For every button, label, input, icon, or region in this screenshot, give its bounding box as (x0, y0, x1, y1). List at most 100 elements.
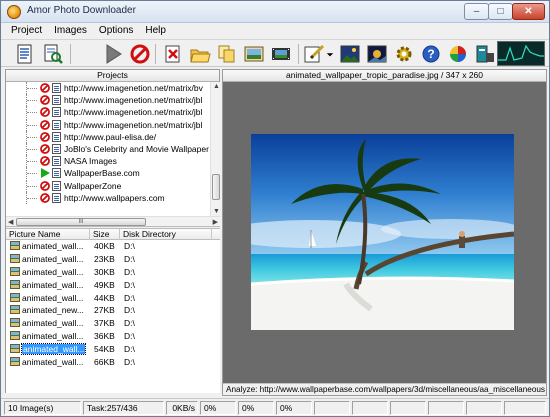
help-icon: ? (422, 45, 440, 63)
picture-list-row[interactable]: animated_wall... 54KB D:\ (6, 343, 220, 356)
picture-list-row[interactable]: animated_wall... 23KB D:\ (6, 253, 220, 266)
project-document-icon (52, 107, 61, 118)
projects-header: Projects (6, 70, 219, 82)
menu-project[interactable]: Project (5, 23, 48, 39)
scroll-thumb[interactable] (212, 174, 220, 200)
picture-name: animated_wall... (22, 279, 84, 290)
stopped-icon (40, 119, 50, 130)
projects-horizontal-scrollbar[interactable]: ◀ III ▶ (6, 216, 220, 226)
picture-name-cell: animated_wall... (10, 253, 90, 266)
status-speed: 0KB/s (166, 401, 198, 415)
picture-list-row[interactable]: animated_wall... 37KB D:\ (6, 317, 220, 330)
picture-list-row[interactable]: animated_wall... 36KB D:\ (6, 330, 220, 343)
project-tree-item[interactable]: WallpaperBase.com (6, 167, 210, 180)
scroll-down-icon[interactable]: ▼ (213, 208, 220, 215)
scroll-left-icon[interactable]: ◀ (8, 218, 13, 226)
project-tree-item[interactable]: NASA Images (6, 155, 210, 168)
image-file-icon (10, 305, 20, 315)
maximize-icon: □ (497, 6, 504, 17)
toolbar-separator (298, 44, 299, 64)
delete-icon (165, 45, 180, 63)
column-size[interactable]: Size (90, 229, 120, 240)
project-tree-item[interactable]: http://www.imagenetion.net/matrix/jbl (6, 118, 210, 131)
picture-size: 49KB (94, 279, 115, 290)
start-button[interactable] (101, 42, 125, 66)
preview-image[interactable] (251, 134, 514, 330)
new-project-button[interactable] (13, 42, 37, 66)
minimize-button[interactable]: – (464, 3, 489, 20)
tree-connector (26, 142, 38, 155)
picture-list-row[interactable]: animated_wall... 30KB D:\ (6, 266, 220, 279)
film-button[interactable] (269, 42, 293, 66)
project-document-icon (52, 119, 61, 130)
project-tree-item[interactable]: http://www.imagenetion.net/matrix/jbl (6, 94, 210, 107)
toolbar-separator (155, 44, 156, 64)
picture-list-row[interactable]: animated_new... 27KB D:\ (6, 304, 220, 317)
picture-list-row[interactable]: animated_wall... 44KB D:\ (6, 292, 220, 305)
network-graph-icon (498, 44, 544, 61)
project-document-icon (52, 143, 61, 154)
status-slot (390, 401, 426, 415)
project-tree-item[interactable]: http://www.wallpapers.com (6, 191, 210, 204)
tree-connector (26, 167, 38, 180)
slideshow-button[interactable] (242, 42, 266, 66)
running-play-icon (41, 168, 50, 179)
settings-button[interactable] (392, 42, 416, 66)
project-tree-item[interactable]: http://www.paul-elisa.de/ (6, 130, 210, 143)
picture-size: 66KB (94, 357, 115, 368)
colors-button[interactable] (446, 42, 470, 66)
picture-name: animated_wall... (22, 357, 84, 368)
picture-list-row[interactable]: animated_wall... 66KB D:\ (6, 356, 220, 369)
project-label: NASA Images (64, 156, 117, 167)
landscape-icon (340, 45, 360, 63)
project-label: http://www.imagenetion.net/matrix/jbl (64, 119, 203, 130)
scroll-right-icon[interactable]: ▶ (213, 218, 218, 226)
edit-button[interactable] (302, 42, 326, 66)
scroll-up-icon[interactable]: ▲ (213, 83, 220, 90)
monitor-icon (476, 45, 494, 63)
picture-name: animated_wall... (22, 241, 84, 251)
close-button[interactable]: ✕ (512, 3, 545, 20)
maximize-button[interactable]: □ (488, 3, 513, 20)
project-tree-item[interactable]: http://www.imagenetion.net/matrix/bv (6, 82, 210, 94)
analyze-status: Analyze: http://www.wallpaperbase.com/wa… (223, 383, 546, 395)
toolbar-separator (70, 44, 71, 64)
delete-button[interactable] (161, 42, 185, 66)
stop-button[interactable] (128, 42, 152, 66)
menu-options[interactable]: Options (93, 23, 139, 39)
picture-directory: D:\ (124, 318, 135, 329)
copy-button[interactable] (215, 42, 239, 66)
app-window: Amor Photo Downloader – □ ✕ Project Imag… (0, 0, 550, 417)
picture-list-row[interactable]: animated_wall... 40KB D:\ (6, 240, 220, 253)
project-tree-item[interactable]: JoBlo's Celebrity and Movie Wallpaper (6, 142, 210, 155)
status-slot (504, 401, 546, 415)
open-folder-button[interactable] (188, 42, 212, 66)
preview-header: animated_wallpaper_tropic_paradise.jpg /… (223, 70, 546, 82)
status-progress-3: 0% (276, 401, 312, 415)
photo-view-button[interactable] (365, 42, 389, 66)
scroll-thumb[interactable]: III (16, 218, 146, 226)
picture-list-row[interactable]: animated_wall... 49KB D:\ (6, 279, 220, 292)
projects-vertical-scrollbar[interactable]: ▲ ▼ (210, 82, 220, 216)
projects-tree[interactable]: http://www.imagenetion.net/matrix/bv http… (6, 82, 210, 216)
help-button[interactable]: ? (419, 42, 443, 66)
film-icon (272, 48, 290, 60)
column-picture-name[interactable]: Picture Name (6, 229, 90, 240)
settings-icon (396, 46, 412, 62)
menu-help[interactable]: Help (139, 23, 172, 39)
project-tree-item[interactable]: http://www.imagenetion.net/matrix/jbl (6, 106, 210, 119)
open-project-button[interactable] (41, 42, 65, 66)
column-disk-directory[interactable]: Disk Directory (120, 229, 212, 240)
title-bar[interactable]: Amor Photo Downloader – □ ✕ (1, 1, 549, 23)
project-document-icon (52, 168, 61, 179)
edit-dropdown-arrow[interactable] (325, 42, 335, 66)
landscape-button[interactable] (338, 42, 362, 66)
picture-size: 40KB (94, 241, 115, 251)
menu-images[interactable]: Images (48, 23, 93, 39)
tree-connector (26, 191, 38, 204)
monitor-button[interactable] (473, 42, 497, 66)
project-tree-item[interactable]: WallpaperZone (6, 179, 210, 192)
picture-name: animated_wall... (22, 266, 84, 277)
stopped-icon (40, 131, 50, 142)
picture-name-cell: animated_wall... (10, 292, 90, 305)
